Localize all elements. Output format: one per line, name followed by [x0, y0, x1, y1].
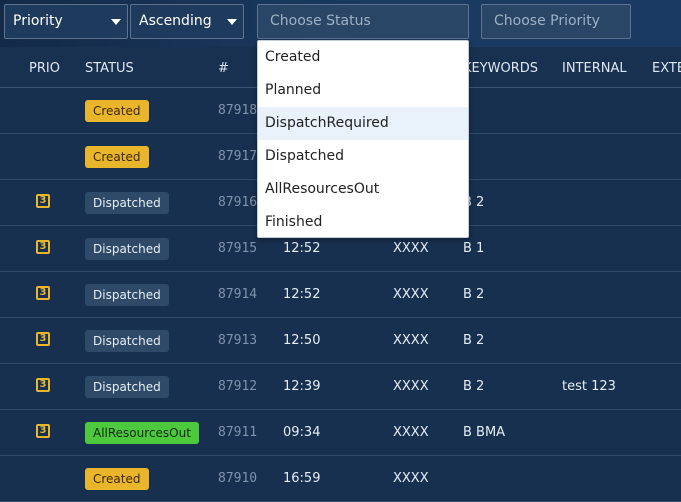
incident-number: 87915 — [218, 241, 258, 256]
table-row[interactable]: 3 AllResourcesOut 87911 09:34 XXXX B BMA — [0, 410, 681, 456]
code-cell: XXXX — [393, 287, 429, 302]
table-row[interactable]: 3 Dispatched 87912 12:39 XXXX B 2 test 1… — [0, 364, 681, 410]
priority-icon: 3 — [36, 378, 50, 392]
priority-icon: 3 — [36, 332, 50, 346]
priority-icon: 3 — [36, 194, 50, 208]
code-cell: XXXX — [393, 425, 429, 440]
chevron-down-icon — [111, 19, 121, 25]
priority-icon: 3 — [36, 286, 50, 300]
table-row[interactable]: 3 Dispatched 87914 12:52 XXXX B 2 — [0, 272, 681, 318]
priority-filter-input[interactable]: Choose Priority — [481, 4, 631, 39]
sort-order-value: Ascending — [139, 13, 212, 29]
status-option-dispatchrequired[interactable]: DispatchRequired — [258, 107, 468, 140]
code-cell: XXXX — [393, 379, 429, 394]
status-badge: Created — [85, 100, 149, 122]
sort-order-select[interactable]: Ascending — [130, 4, 244, 39]
header-prio[interactable]: PRIO — [29, 47, 60, 91]
status-badge: AllResourcesOut — [85, 422, 199, 444]
status-badge: Dispatched — [85, 376, 169, 398]
status-badge: Dispatched — [85, 238, 169, 260]
header-keywords[interactable]: KEYWORDS — [463, 47, 538, 91]
keywords-cell: B 2 — [463, 379, 485, 394]
keywords-cell: B BMA — [463, 425, 506, 440]
incident-number: 87914 — [218, 287, 258, 302]
time-cell: 09:34 — [283, 425, 321, 440]
code-cell: XXXX — [393, 471, 429, 486]
status-option-allresourcesout[interactable]: AllResourcesOut — [258, 173, 468, 206]
header-external[interactable]: EXTE — [652, 47, 681, 91]
chevron-down-icon — [227, 19, 237, 25]
keywords-cell: B 2 — [463, 333, 485, 348]
time-cell: 16:59 — [283, 471, 321, 486]
status-dropdown-menu: Created Planned DispatchRequired Dispatc… — [257, 40, 469, 238]
time-cell: 12:50 — [283, 333, 321, 348]
time-cell: 12:39 — [283, 379, 321, 394]
incident-number: 87912 — [218, 379, 258, 394]
internal-cell: test 123 — [562, 379, 616, 394]
incident-number: 87916 — [218, 195, 258, 210]
status-badge: Dispatched — [85, 192, 169, 214]
incident-number: 87910 — [218, 471, 258, 486]
status-badge: Dispatched — [85, 330, 169, 352]
sort-field-select[interactable]: Priority — [4, 4, 128, 39]
status-badge: Dispatched — [85, 284, 169, 306]
code-cell: XXXX — [393, 333, 429, 348]
status-option-dispatched[interactable]: Dispatched — [258, 140, 468, 173]
status-option-finished[interactable]: Finished — [258, 206, 468, 239]
time-cell: 12:52 — [283, 287, 321, 302]
sort-field-value: Priority — [13, 13, 63, 29]
priority-filter-placeholder: Choose Priority — [494, 13, 600, 29]
status-option-planned[interactable]: Planned — [258, 74, 468, 107]
incident-number: 87913 — [218, 333, 258, 348]
status-badge: Created — [85, 468, 149, 490]
incident-number: 87917 — [218, 149, 258, 164]
table-row[interactable]: 3 Dispatched 87913 12:50 XXXX B 2 — [0, 318, 681, 364]
priority-icon: 3 — [36, 424, 50, 438]
status-option-created[interactable]: Created — [258, 41, 468, 74]
header-number[interactable]: # — [218, 47, 229, 91]
status-filter-placeholder: Choose Status — [270, 13, 371, 29]
status-badge: Created — [85, 146, 149, 168]
table-row[interactable]: Created 87910 16:59 XXXX — [0, 456, 681, 502]
incident-number: 87918 — [218, 103, 258, 118]
header-status[interactable]: STATUS — [85, 47, 134, 91]
header-internal[interactable]: INTERNAL — [562, 47, 627, 91]
priority-icon: 3 — [36, 240, 50, 254]
keywords-cell: B 2 — [463, 287, 485, 302]
incident-number: 87911 — [218, 425, 258, 440]
status-filter-input[interactable]: Choose Status — [257, 4, 469, 39]
